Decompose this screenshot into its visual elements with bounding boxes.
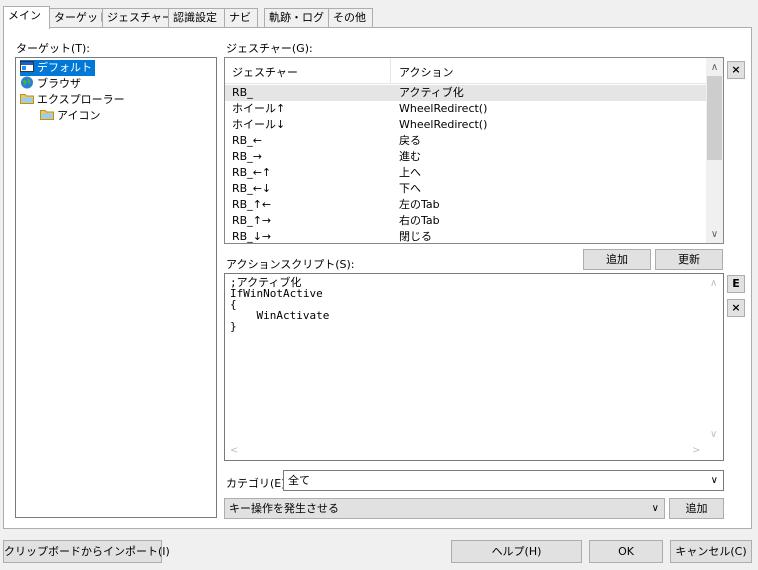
add-button[interactable]: 追加 [583,249,651,270]
action-cell: WheelRedirect() [399,118,488,131]
scroll-down-icon[interactable]: ∨ [710,429,717,440]
action-cell: WheelRedirect() [399,102,488,115]
scroll-thumb[interactable] [707,76,722,160]
gesture-row[interactable]: RB_↓→ 閉じる [225,229,707,243]
scroll-right-icon[interactable]: > [692,445,700,456]
column-header-action[interactable]: アクション [399,64,453,80]
import-clipboard-button[interactable]: クリップボードからインポート(I) [3,540,170,563]
tab-other[interactable]: その他 [328,8,373,28]
action-cell: 閉じる [399,230,432,243]
gesture-row[interactable]: RB_← 戻る [225,133,707,149]
action-cell: アクティブ化 [399,86,464,99]
delete-gesture-button[interactable]: × [727,61,745,79]
gesture-cell: RB_↑← [232,198,272,211]
cancel-button[interactable]: キャンセル(C) [670,540,752,563]
tab-navi[interactable]: ナビ [224,8,258,28]
ok-button[interactable]: OK [589,540,663,563]
gesture-cell: ホイール↓ [232,118,286,131]
action-cell: 下へ [399,182,421,195]
action-cell: 上へ [399,166,421,179]
gesture-label: ジェスチャー(G): [226,42,313,55]
action-cell: 右のTab [399,214,440,227]
gesture-cell: ホイール↑ [232,102,286,115]
script-horizontal-scrollbar[interactable]: < > [225,443,706,460]
scroll-down-icon[interactable]: ∨ [706,226,723,243]
tab-target[interactable]: ターゲット [49,8,109,28]
target-label: ターゲット(T): [16,42,91,55]
gesture-cell: RB_←↓ [232,182,272,195]
gesture-row[interactable]: RB_←↑ 上へ [225,165,707,181]
gesture-cell: RB_ [232,86,253,99]
column-header-gesture[interactable]: ジェスチャー [232,64,298,80]
folder-icon [40,108,54,121]
action-script-editor[interactable]: ;アクティブ化 IfWinNotActive { WinActivate } ∧… [224,273,724,461]
default-window-icon [20,60,34,73]
globe-icon [20,76,34,89]
tab-gesture[interactable]: ジェスチャー [102,8,173,28]
gesture-row[interactable]: RB_↑← 左のTab [225,197,707,213]
gesture-cell: RB_→ [232,150,262,163]
gesture-row[interactable]: ホイール↑ WheelRedirect() [225,101,707,117]
tree-item-default[interactable]: デフォルト [20,60,95,76]
gesture-row[interactable]: RB_↑→ 右のTab [225,213,707,229]
category-label: カテゴリ(E): [226,477,290,490]
key-action-select[interactable]: キー操作を発生させる ∨ [224,498,665,519]
gesture-row[interactable]: ホイール↓ WheelRedirect() [225,117,707,133]
gesture-cell: RB_↓→ [232,230,272,243]
tree-item-explorer[interactable]: エクスプローラー [20,92,128,108]
gesture-row[interactable]: RB_←↓ 下へ [225,181,707,197]
help-button[interactable]: ヘルプ(H) [451,540,582,563]
clear-script-button[interactable]: × [727,299,745,317]
gesture-cell: RB_↑→ [232,214,272,227]
scroll-up-icon[interactable]: ∧ [710,278,717,289]
action-cell: 左のTab [399,198,440,211]
gesture-list-header: ジェスチャー アクション [225,58,707,84]
gesture-row[interactable]: RB_→ 進む [225,149,707,165]
gesture-list-scrollbar[interactable]: ∧ ∨ [706,58,723,243]
tree-item-icon[interactable]: アイコン [40,108,103,124]
scroll-up-icon[interactable]: ∧ [706,59,723,76]
tab-main[interactable]: メイン [3,6,50,29]
update-button[interactable]: 更新 [655,249,723,270]
target-tree[interactable]: デフォルト ブラウザ エクスプローラー アイコン [15,57,217,518]
chevron-down-icon: ∨ [710,475,718,486]
action-cell: 戻る [399,134,421,147]
gesture-cell: RB_← [232,134,262,147]
tree-item-browser[interactable]: ブラウザ [20,76,84,92]
scroll-left-icon[interactable]: < [230,445,238,456]
tab-trail-log[interactable]: 軌跡・ログ [264,8,329,28]
edit-script-button[interactable]: E [727,275,745,293]
action-cell: 進む [399,150,421,163]
action-script-label: アクションスクリプト(S): [226,258,355,271]
gesture-list[interactable]: ジェスチャー アクション RB_ アクティブ化ホイール↑ WheelRedirect… [224,57,724,244]
tab-recognition[interactable]: 認識設定 [168,8,225,28]
gesture-cell: RB_←↑ [232,166,272,179]
chevron-down-icon: ∨ [651,503,659,514]
category-select[interactable]: 全て ∨ [283,470,724,491]
gesture-row[interactable]: RB_ アクティブ化 [225,85,707,101]
script-text: ;アクティブ化 IfWinNotActive { WinActivate } [230,276,330,333]
add-action-button[interactable]: 追加 [669,498,724,519]
script-vertical-scrollbar[interactable]: ∧ ∨ [706,274,723,443]
folder-icon [20,92,34,105]
